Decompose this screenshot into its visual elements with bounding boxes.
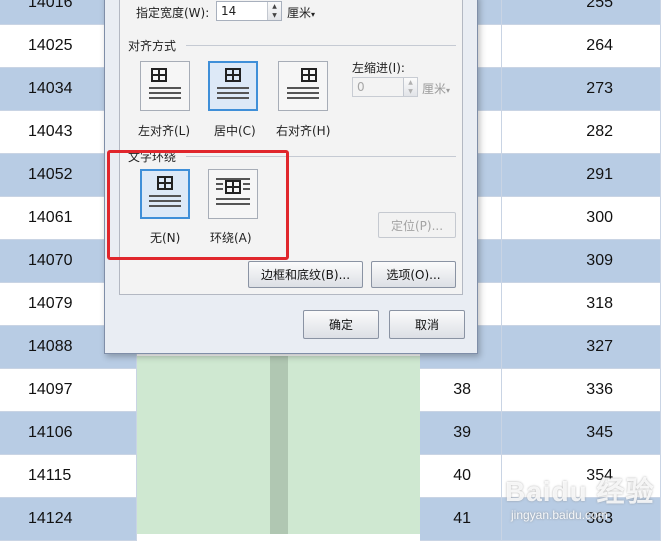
align-center-option[interactable] <box>208 61 258 111</box>
cancel-button[interactable]: 取消 <box>389 310 465 339</box>
table-cell[interactable]: 14124 <box>0 498 137 541</box>
table-cell[interactable]: 14115 <box>0 455 137 498</box>
table-cell[interactable]: 264 <box>502 25 661 68</box>
table-cell[interactable]: 39 <box>420 412 502 455</box>
table-cell[interactable]: 309 <box>502 240 661 283</box>
table-cell[interactable]: 14106 <box>0 412 137 455</box>
watermark: Baidu 经验 jingyan.baidu.com <box>505 470 655 530</box>
table-cell[interactable]: 14097 <box>0 369 137 412</box>
ok-button[interactable]: 确定 <box>303 310 379 339</box>
borders-shading-button[interactable]: 边框和底纹(B)... <box>248 261 363 288</box>
spin-down-icon[interactable]: ▼ <box>404 87 417 96</box>
table-cell[interactable]: 38 <box>420 369 502 412</box>
indent-unit-label: 厘米 <box>422 82 447 96</box>
watermark-url: jingyan.baidu.com <box>511 508 608 522</box>
indent-value: 0 <box>357 80 365 94</box>
selected-column-region <box>288 356 420 534</box>
table-cell[interactable]: 282 <box>502 111 661 154</box>
width-input[interactable]: 14 ▲ ▼ <box>216 1 282 21</box>
group-divider <box>186 45 456 46</box>
width-unit-label: 厘米 <box>287 6 312 20</box>
indent-unit-select[interactable]: 厘米▾ <box>422 80 450 97</box>
table-cell[interactable]: 291 <box>502 154 661 197</box>
selected-column-region <box>137 356 271 534</box>
table-cell[interactable]: 318 <box>502 283 661 326</box>
align-right-option[interactable] <box>278 61 328 111</box>
align-right-label: 右对齐(H) <box>276 124 331 138</box>
table-cell[interactable]: 336 <box>502 369 661 412</box>
table-cell[interactable]: 40 <box>420 455 502 498</box>
chevron-down-icon: ▾ <box>446 86 451 95</box>
spin-down-icon[interactable]: ▼ <box>268 11 281 20</box>
options-button[interactable]: 选项(O)... <box>371 261 456 288</box>
align-left-label: 左对齐(L) <box>138 124 191 138</box>
width-spinner[interactable]: ▲ ▼ <box>267 2 281 20</box>
selected-column-divider <box>270 356 288 534</box>
chevron-down-icon: ▾ <box>311 10 316 19</box>
position-button[interactable]: 定位(P)... <box>378 212 456 238</box>
table-cell[interactable]: 345 <box>502 412 661 455</box>
table-cell[interactable]: 273 <box>502 68 661 111</box>
spin-up-icon[interactable]: ▲ <box>268 2 281 11</box>
table-cell[interactable]: 255 <box>502 0 661 25</box>
width-label: 指定宽度(W): <box>136 6 210 20</box>
baidu-logo: Baidu 经验 <box>505 476 655 507</box>
table-icon <box>301 68 317 82</box>
indent-spinner[interactable]: ▲ ▼ <box>403 78 417 96</box>
width-unit-select[interactable]: 厘米▾ <box>287 4 315 21</box>
indent-label: 左缩进(I): <box>352 61 405 75</box>
table-icon <box>151 68 167 82</box>
align-left-option[interactable] <box>140 61 190 111</box>
table-cell[interactable]: 327 <box>502 326 661 369</box>
indent-input[interactable]: 0 ▲ ▼ <box>352 77 418 97</box>
spin-up-icon[interactable]: ▲ <box>404 78 417 87</box>
table-cell[interactable]: 300 <box>502 197 661 240</box>
align-group-label: 对齐方式 <box>128 39 177 53</box>
width-value: 14 <box>221 4 237 18</box>
table-cell[interactable]: 41 <box>420 498 502 541</box>
annotation-highlight-box <box>107 150 289 260</box>
align-center-label: 居中(C) <box>214 124 256 138</box>
table-icon <box>225 68 241 82</box>
